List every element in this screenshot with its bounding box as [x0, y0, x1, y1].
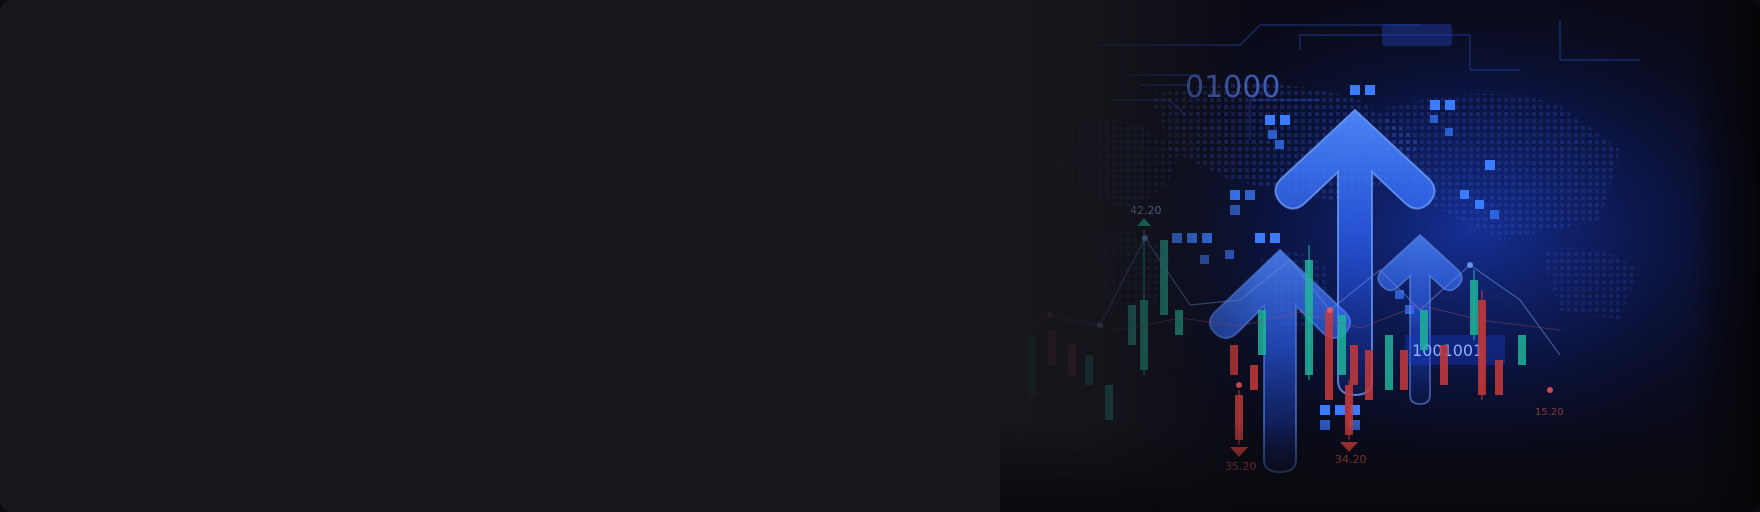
finance-growth-illustration: 01000 42.20 35.20 34.20 15.20 [1000, 0, 1760, 512]
price-label-edge: 15.20 [1535, 407, 1564, 418]
price-label-high: 42.20 [1130, 204, 1162, 217]
illustration-svg: 01000 42.20 35.20 34.20 15.20 [1000, 0, 1760, 512]
price-label-low-right: 34.20 [1335, 453, 1367, 466]
panel-block [1382, 24, 1452, 46]
binary-readout: 01000 [1185, 70, 1280, 105]
hero-banner: 01000 42.20 35.20 34.20 15.20 [0, 0, 1760, 512]
price-label-low-left: 35.20 [1225, 460, 1257, 473]
